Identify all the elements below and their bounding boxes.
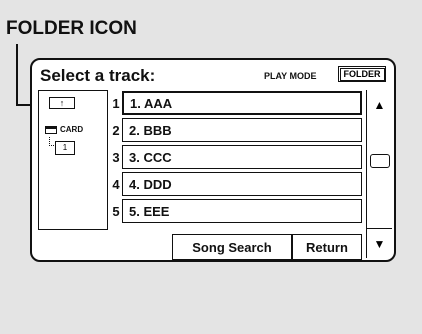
track-number: 4 <box>112 176 120 192</box>
track-item[interactable]: 4. DDD <box>122 172 362 196</box>
track-item[interactable]: 5. EEE <box>122 199 362 223</box>
folder-mode-button[interactable]: FOLDER <box>338 66 386 82</box>
folder-mode-label: FOLDER <box>339 67 385 81</box>
track-item[interactable]: 1. AAA <box>122 91 362 115</box>
track-number: 1 <box>112 95 120 111</box>
track-number: 2 <box>112 122 120 138</box>
track-item[interactable]: 2. BBB <box>122 118 362 142</box>
card-icon <box>45 125 57 134</box>
screen-title: Select a track: <box>40 66 156 85</box>
track-number: 5 <box>112 203 120 219</box>
song-search-button[interactable]: Song Search <box>172 234 292 260</box>
folder-icon[interactable]: 1 <box>55 141 75 155</box>
folder-icon-callout: FOLDER ICON <box>6 18 137 39</box>
folder-tree-panel: ↑ CARD 1 <box>38 90 108 230</box>
scroll-down-icon[interactable]: ▼ <box>367 228 392 258</box>
scroll-up-icon[interactable]: ▲ <box>367 90 392 120</box>
track-number: 3 <box>112 149 120 165</box>
track-scrollbar[interactable]: ▲ ▼ <box>366 90 392 258</box>
scroll-thumb[interactable] <box>370 154 390 168</box>
return-button[interactable]: Return <box>292 234 362 260</box>
track-select-screen: Select a track: PLAY MODE FOLDER ↑ CARD … <box>30 58 396 262</box>
up-arrow-icon: ↑ <box>59 97 65 108</box>
card-row: CARD <box>45 125 83 134</box>
folder-up-icon[interactable]: ↑ <box>49 97 75 109</box>
card-label: CARD <box>60 125 84 134</box>
play-mode-label: PLAY MODE <box>264 71 317 81</box>
callout-line <box>16 44 18 106</box>
track-item[interactable]: 3. CCC <box>122 145 362 169</box>
